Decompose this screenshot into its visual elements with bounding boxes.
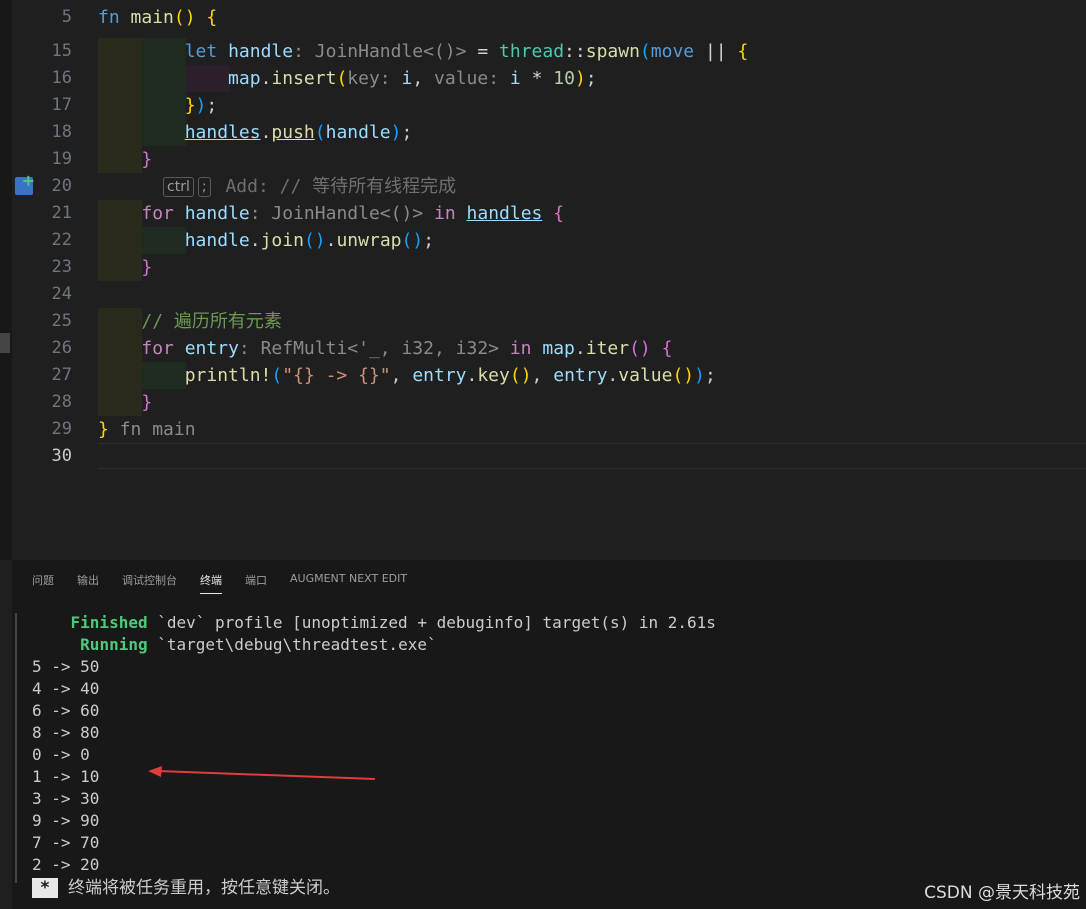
watermark: CSDN @景天科技苑 [924,883,1080,903]
annotation-arrow [148,766,376,780]
arrow-line [157,770,376,780]
arrow-head [148,766,162,777]
